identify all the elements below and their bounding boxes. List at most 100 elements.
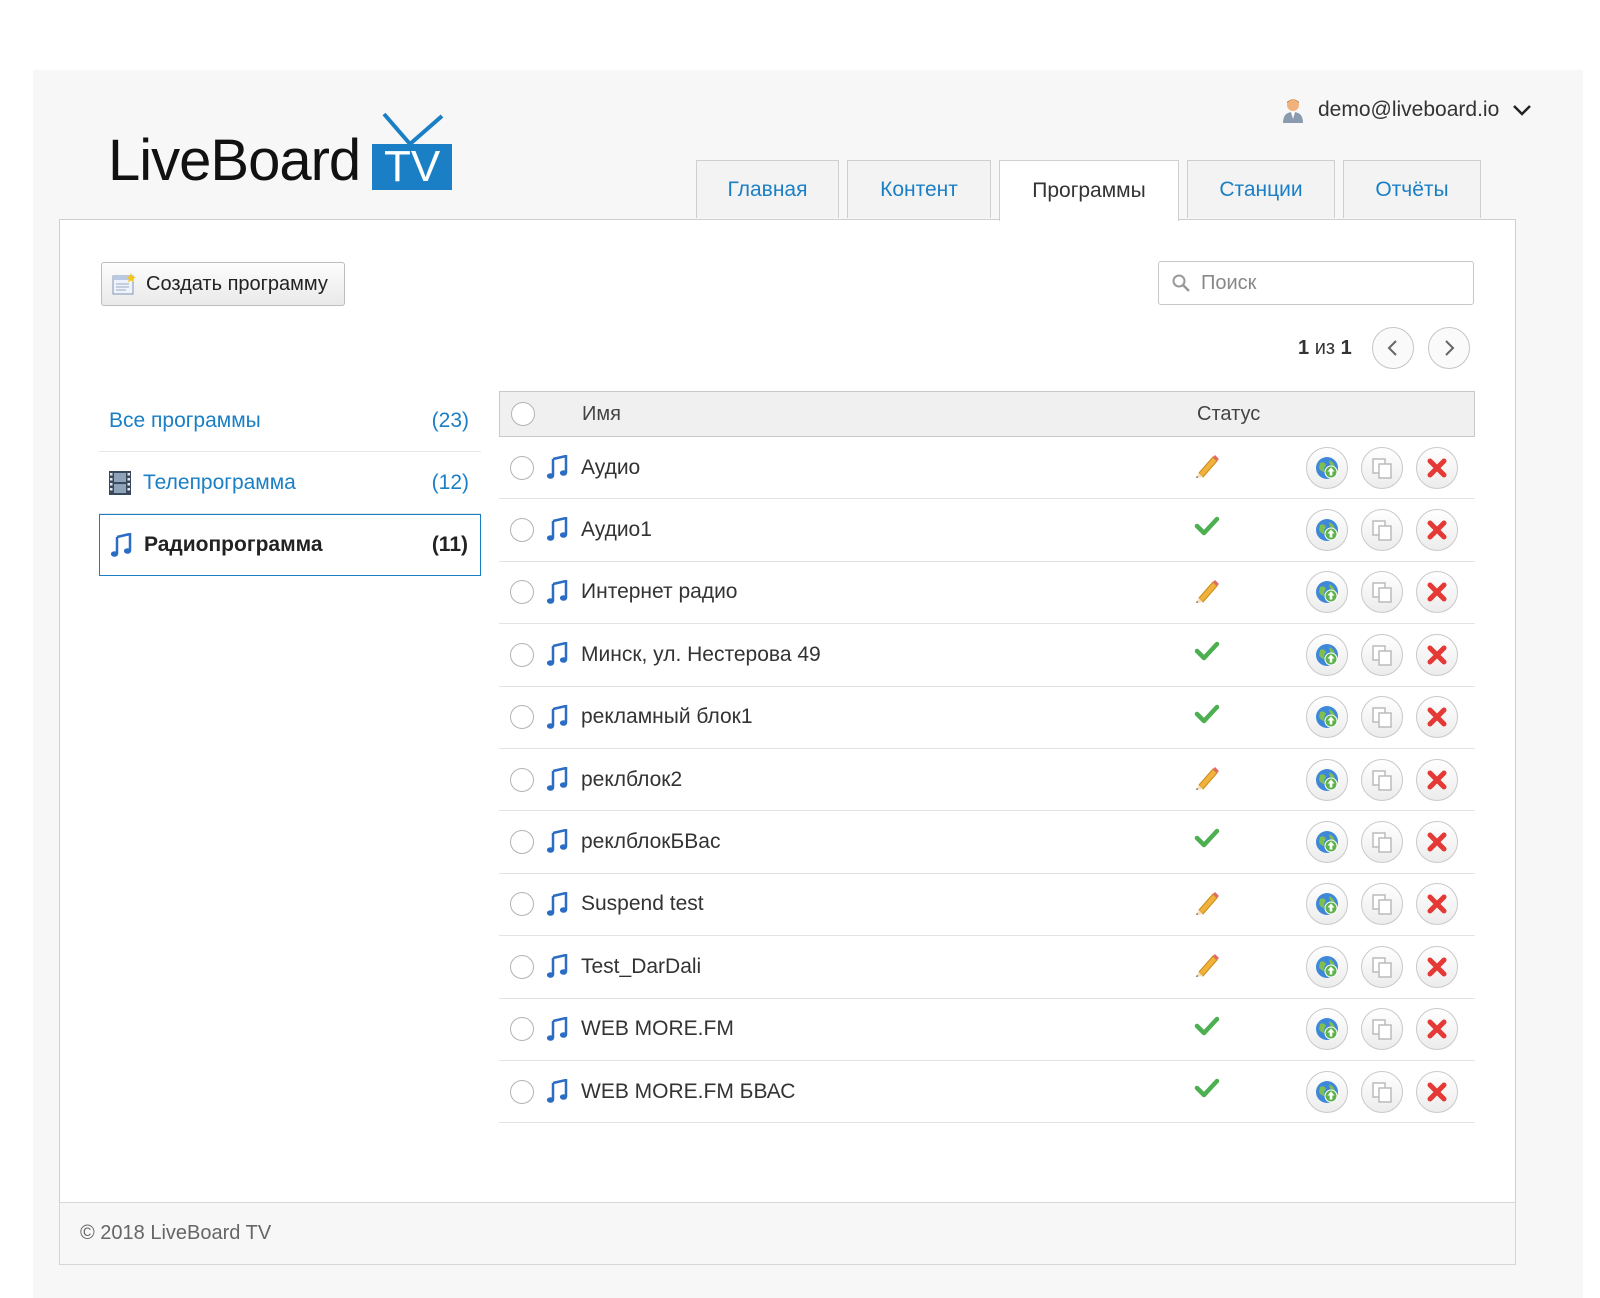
- copy-button[interactable]: [1361, 446, 1403, 489]
- status-published-check-icon: [1193, 638, 1221, 669]
- publish-button[interactable]: [1306, 446, 1348, 489]
- search-input[interactable]: [1199, 270, 1463, 296]
- sidebar-item-label: Все программы: [109, 408, 261, 432]
- status-published-check-icon: [1193, 701, 1221, 732]
- copy-button[interactable]: [1361, 1008, 1403, 1051]
- tab-home[interactable]: Главная: [696, 160, 839, 218]
- publish-button[interactable]: [1306, 883, 1348, 926]
- music-note-icon: [110, 533, 132, 557]
- publish-button[interactable]: [1306, 633, 1348, 676]
- table-row[interactable]: Test_DarDali: [499, 936, 1475, 999]
- program-name[interactable]: Suspend test: [581, 892, 704, 916]
- table-row[interactable]: рекламный блок1: [499, 687, 1475, 749]
- delete-button[interactable]: [1416, 1008, 1458, 1051]
- delete-button[interactable]: [1416, 1070, 1458, 1113]
- row-select-radio[interactable]: [510, 705, 534, 730]
- sidebar-item-all-programs[interactable]: Все программы (23): [99, 390, 481, 452]
- copy-button[interactable]: [1361, 821, 1403, 864]
- delete-button[interactable]: [1416, 446, 1458, 489]
- programs-table: Имя Статус Аудио Аудио1 Интернет радио Минс…: [499, 391, 1475, 1124]
- delete-icon: [1425, 705, 1449, 729]
- table-row[interactable]: Минск, ул. Нестерова 49: [499, 624, 1475, 687]
- program-name[interactable]: рекламный блок1: [581, 705, 753, 729]
- table-row[interactable]: Suspend test: [499, 874, 1475, 937]
- copy-icon: [1370, 518, 1394, 542]
- program-name[interactable]: WEB MORE.FM БВАС: [581, 1080, 795, 1104]
- status-published-check-icon: [1193, 825, 1221, 856]
- table-row[interactable]: реклблок2: [499, 749, 1475, 812]
- tab-reports[interactable]: Отчёты: [1343, 160, 1481, 218]
- select-all-radio[interactable]: [511, 402, 535, 426]
- tab-label: Отчёты: [1375, 177, 1449, 201]
- delete-button[interactable]: [1416, 821, 1458, 864]
- copy-icon: [1370, 705, 1394, 729]
- program-name[interactable]: Test_DarDali: [581, 955, 701, 979]
- table-row[interactable]: Аудио: [499, 437, 1475, 500]
- row-select-radio[interactable]: [510, 1017, 534, 1042]
- create-program-button[interactable]: Создать программу: [101, 262, 345, 306]
- logo[interactable]: LiveBoard TV: [108, 100, 453, 190]
- tab-stations[interactable]: Станции: [1187, 160, 1335, 218]
- tab-label: Контент: [880, 177, 958, 201]
- copy-button[interactable]: [1361, 509, 1403, 552]
- row-select-radio[interactable]: [510, 580, 534, 605]
- row-select-radio[interactable]: [510, 892, 534, 917]
- copy-button[interactable]: [1361, 696, 1403, 739]
- delete-button[interactable]: [1416, 945, 1458, 988]
- status-draft-pencil-icon: [1193, 576, 1221, 609]
- copy-icon: [1370, 768, 1394, 792]
- publish-button[interactable]: [1306, 509, 1348, 552]
- publish-button[interactable]: [1306, 696, 1348, 739]
- table-row[interactable]: WEB MORE.FM: [499, 999, 1475, 1061]
- row-select-radio[interactable]: [510, 830, 534, 855]
- row-select-radio[interactable]: [510, 954, 534, 979]
- program-name[interactable]: Минск, ул. Нестерова 49: [581, 643, 821, 667]
- copy-button[interactable]: [1361, 883, 1403, 926]
- row-select-radio[interactable]: [510, 518, 534, 543]
- publish-button[interactable]: [1306, 571, 1348, 614]
- publish-button[interactable]: [1306, 1070, 1348, 1113]
- next-page-button[interactable]: [1427, 327, 1470, 369]
- program-name[interactable]: реклблок2: [581, 768, 682, 792]
- row-select-radio[interactable]: [510, 455, 534, 480]
- publish-button[interactable]: [1306, 1008, 1348, 1051]
- publish-button[interactable]: [1306, 758, 1348, 801]
- copy-button[interactable]: [1361, 758, 1403, 801]
- delete-button[interactable]: [1416, 571, 1458, 614]
- delete-button[interactable]: [1416, 509, 1458, 552]
- delete-button[interactable]: [1416, 883, 1458, 926]
- delete-button[interactable]: [1416, 758, 1458, 801]
- table-row[interactable]: Аудио1: [499, 499, 1475, 562]
- globe-upload-icon: [1314, 455, 1340, 481]
- table-row[interactable]: Интернет радио: [499, 562, 1475, 625]
- delete-button[interactable]: [1416, 633, 1458, 676]
- copy-button[interactable]: [1361, 1070, 1403, 1113]
- pagination: 1 из 1: [1298, 326, 1470, 370]
- prev-page-button[interactable]: [1371, 327, 1414, 369]
- table-row[interactable]: реклблокБВас: [499, 811, 1475, 874]
- program-name[interactable]: реклблокБВас: [581, 830, 720, 854]
- copy-button[interactable]: [1361, 633, 1403, 676]
- column-header-status[interactable]: Статус: [1197, 403, 1260, 426]
- user-menu[interactable]: demo@liveboard.io: [1282, 96, 1533, 124]
- row-select-radio[interactable]: [510, 1079, 534, 1104]
- row-select-radio[interactable]: [510, 767, 534, 792]
- copy-button[interactable]: [1361, 571, 1403, 614]
- program-name[interactable]: Аудио: [581, 456, 640, 480]
- tab-content[interactable]: Контент: [847, 160, 991, 218]
- table-row[interactable]: WEB MORE.FM БВАС: [499, 1061, 1475, 1124]
- copy-button[interactable]: [1361, 945, 1403, 988]
- sidebar-item-tv-program[interactable]: Телепрограмма (12): [99, 452, 481, 514]
- tab-programs[interactable]: Программы: [999, 160, 1179, 221]
- publish-button[interactable]: [1306, 945, 1348, 988]
- program-name[interactable]: Аудио1: [581, 518, 652, 542]
- publish-button[interactable]: [1306, 821, 1348, 864]
- delete-button[interactable]: [1416, 696, 1458, 739]
- row-select-radio[interactable]: [510, 642, 534, 667]
- sidebar-item-radio-program[interactable]: Радиопрограмма (11): [99, 514, 481, 576]
- column-header-name[interactable]: Имя: [582, 403, 621, 426]
- sidebar-item-label: Радиопрограмма: [144, 533, 323, 556]
- page-total: 1: [1340, 336, 1352, 359]
- program-name[interactable]: Интернет радио: [581, 580, 738, 604]
- program-name[interactable]: WEB MORE.FM: [581, 1017, 734, 1041]
